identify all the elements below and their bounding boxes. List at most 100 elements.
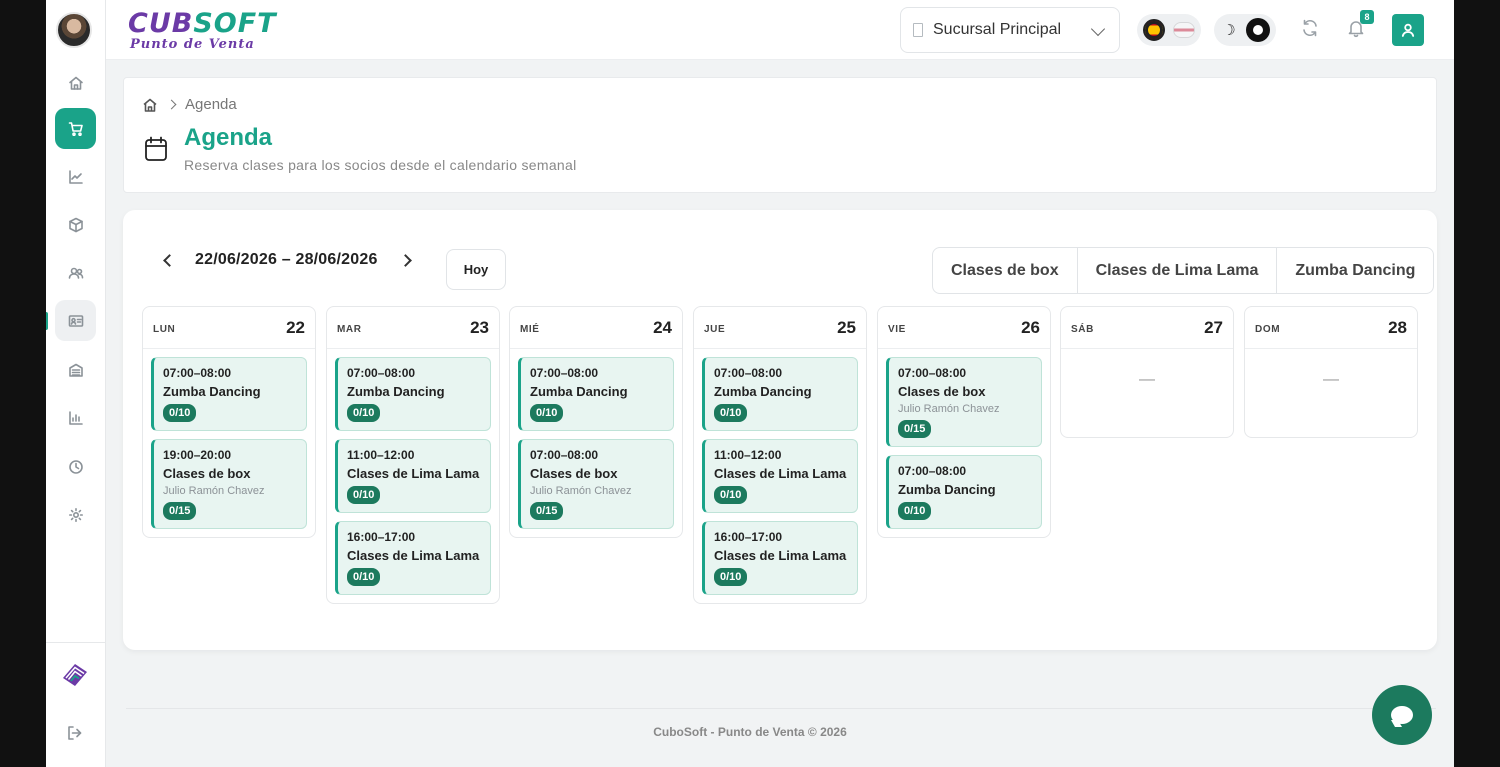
day-number: 22 [286, 318, 305, 337]
brand-logo[interactable]: CUBSOFT Punto de Venta [128, 10, 277, 52]
chevron-right-icon [399, 253, 412, 267]
class-event[interactable]: 07:00–08:00 Zumba Dancing 0/10 [518, 357, 674, 431]
filter-zumba[interactable]: Zumba Dancing [1277, 248, 1433, 293]
brand-logo-icon [63, 664, 87, 686]
user-menu-button[interactable] [1392, 14, 1424, 46]
sidebar-divider [46, 642, 106, 643]
chart-line-icon [68, 169, 83, 184]
day-name: MAR [337, 324, 362, 335]
event-time: 07:00–08:00 [898, 464, 967, 478]
sidebar-item-sales[interactable] [55, 156, 96, 197]
prev-week-button[interactable] [157, 250, 177, 270]
notifications-button[interactable]: 8 [1346, 10, 1374, 40]
sidebar-item-pos[interactable] [55, 108, 96, 149]
cart-icon [68, 121, 83, 136]
sidebar-item-reports[interactable] [55, 397, 96, 438]
next-week-button[interactable] [398, 250, 418, 270]
page-header: Agenda Agenda Reserva clases para los so… [123, 77, 1437, 193]
class-event[interactable]: 07:00–08:00 Zumba Dancing 0/10 [151, 357, 307, 431]
breadcrumb-current: Agenda [185, 96, 237, 113]
capacity-badge: 0/10 [347, 486, 381, 504]
branch-label: Sucursal Principal [933, 21, 1062, 38]
event-time: 07:00–08:00 [714, 366, 783, 380]
branch-select[interactable]: Sucursal Principal [900, 7, 1120, 53]
language-switch [1137, 14, 1201, 46]
capacity-badge: 0/15 [898, 420, 932, 438]
chevron-right-icon [166, 99, 177, 110]
event-time: 11:00–12:00 [347, 448, 415, 462]
today-button[interactable]: Hoy [446, 249, 506, 290]
day-column: JUE 25 07:00–08:00 Zumba Dancing 0/10 11:00–1… [693, 306, 867, 604]
app-frame: CUBSOFT Punto de Venta Sucursal Principa… [46, 0, 1454, 767]
id-card-icon [68, 314, 83, 327]
chat-button[interactable] [1372, 685, 1432, 745]
event-time: 07:00–08:00 [163, 366, 232, 380]
day-header: SÁB 27 [1061, 307, 1233, 349]
no-events: — [1139, 371, 1155, 388]
capacity-badge: 0/10 [898, 502, 932, 520]
class-event[interactable]: 19:00–20:00 Clases de box Julio Ramón Chav… [151, 439, 307, 529]
user-icon [1401, 23, 1415, 37]
sidebar-item-products[interactable] [55, 204, 96, 245]
capacity-badge: 0/15 [530, 502, 564, 520]
page-title: Agenda [184, 124, 273, 151]
class-filters: Clases de box Clases de Lima Lama Zumba … [932, 247, 1435, 294]
day-number: 27 [1204, 318, 1223, 337]
event-title: Clases de Lima Lama [347, 466, 480, 481]
theme-toggle[interactable]: ☽ [1214, 14, 1276, 46]
sidebar-item-history[interactable] [55, 446, 96, 487]
flag-uk-icon[interactable] [1173, 22, 1195, 38]
chevron-left-icon [162, 253, 176, 267]
day-events: — [1061, 349, 1233, 437]
day-events: 07:00–08:00 Clases de box Julio Ramón Chav… [878, 349, 1050, 537]
capacity-badge: 0/10 [530, 404, 564, 422]
event-time: 16:00–17:00 [714, 530, 783, 544]
day-events: — [1245, 349, 1417, 437]
class-event[interactable]: 11:00–12:00 Clases de Lima Lama 0/10 [335, 439, 491, 513]
week-range: 22/06/2026 – 28/06/2026 [195, 251, 378, 268]
day-header: MAR 23 [327, 307, 499, 349]
class-event[interactable]: 16:00–17:00 Clases de Lima Lama 0/10 [702, 521, 858, 595]
home-icon[interactable] [142, 97, 158, 113]
flag-es-icon[interactable] [1143, 19, 1165, 41]
capacity-badge: 0/10 [347, 568, 381, 586]
event-time: 11:00–12:00 [714, 448, 782, 462]
class-event[interactable]: 11:00–12:00 Clases de Lima Lama 0/10 [702, 439, 858, 513]
sidebar-item-inventory[interactable] [55, 349, 96, 390]
event-time: 07:00–08:00 [347, 366, 416, 380]
day-name: LUN [153, 324, 176, 335]
day-column: MAR 23 07:00–08:00 Zumba Dancing 0/10 11:00–1… [326, 306, 500, 604]
day-header: VIE 26 [878, 307, 1050, 349]
refresh-button[interactable] [1300, 18, 1322, 40]
logo-wordmark: CUBSOFT [128, 8, 277, 39]
day-number: 24 [653, 318, 672, 337]
chat-bubble-icon [1391, 706, 1413, 724]
notifications-badge: 8 [1360, 10, 1374, 24]
class-event[interactable]: 07:00–08:00 Clases de box Julio Ramón Chav… [518, 439, 674, 529]
event-time: 16:00–17:00 [347, 530, 416, 544]
class-event[interactable]: 07:00–08:00 Clases de box Julio Ramón Chav… [886, 357, 1042, 447]
filter-box[interactable]: Clases de box [933, 248, 1078, 293]
bar-chart-icon [68, 410, 83, 425]
day-events: 07:00–08:00 Zumba Dancing 0/10 11:00–12:00 C… [694, 349, 866, 603]
day-header: LUN 22 [143, 307, 315, 349]
footer-text: CuboSoft - Punto de Venta © 2026 [653, 725, 847, 739]
sidebar-item-agenda[interactable] [55, 300, 96, 341]
class-event[interactable]: 07:00–08:00 Zumba Dancing 0/10 [886, 455, 1042, 529]
sidebar-item-clients[interactable] [55, 252, 96, 293]
topbar: CUBSOFT Punto de Venta Sucursal Principa… [106, 0, 1454, 60]
day-header: JUE 25 [694, 307, 866, 349]
class-event[interactable]: 07:00–08:00 Zumba Dancing 0/10 [335, 357, 491, 431]
sidebar-item-settings[interactable] [55, 494, 96, 535]
class-event[interactable]: 16:00–17:00 Clases de Lima Lama 0/10 [335, 521, 491, 595]
sun-icon [1246, 18, 1270, 42]
day-column: SÁB 27 — [1060, 306, 1234, 438]
day-column: VIE 26 07:00–08:00 Clases de box Julio Ramón… [877, 306, 1051, 538]
avatar[interactable] [56, 12, 92, 48]
sidebar-item-home[interactable] [55, 62, 96, 103]
chevron-down-icon [1090, 21, 1106, 37]
capacity-badge: 0/15 [163, 502, 197, 520]
class-event[interactable]: 07:00–08:00 Zumba Dancing 0/10 [702, 357, 858, 431]
gear-icon [68, 507, 83, 522]
filter-lima-lama[interactable]: Clases de Lima Lama [1078, 248, 1278, 293]
